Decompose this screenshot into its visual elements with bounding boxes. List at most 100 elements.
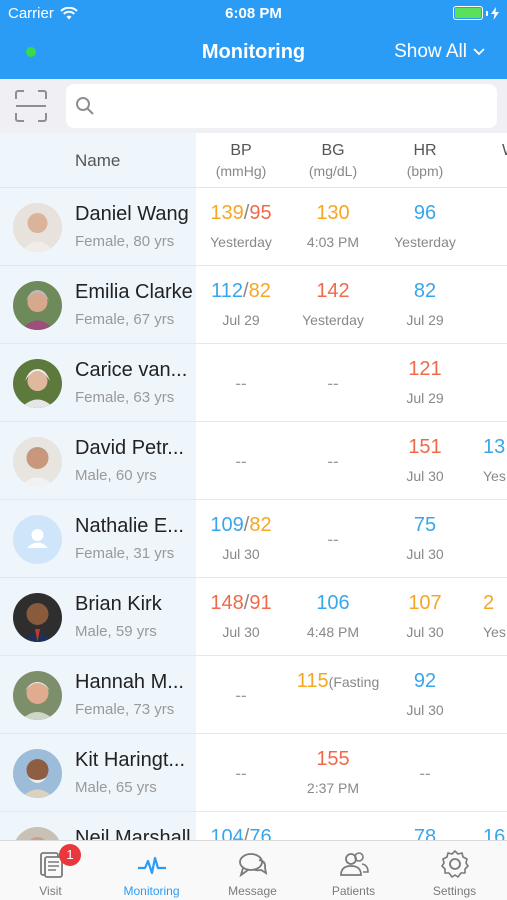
bg-fasting-note: (Fasting: [328, 674, 380, 690]
bp-empty: --: [235, 452, 247, 471]
visit-badge: 1: [59, 844, 81, 866]
bp-diastolic: 95: [249, 202, 272, 224]
table-row[interactable]: Daniel Wang Female, 80 yrs 139/95 Yester…: [0, 188, 507, 266]
hr-value: 92: [413, 670, 437, 692]
hr-cell: 78: [380, 826, 470, 840]
default-avatar-icon: [13, 515, 62, 564]
patient-info: Male, 60 yrs: [75, 467, 157, 484]
bg-column-header[interactable]: BG (mg/dL): [288, 142, 378, 179]
bg-date: 4:48 PM: [306, 624, 360, 640]
table-row[interactable]: David Petr... Male, 60 yrs -- -- 151 Jul…: [0, 422, 507, 500]
charging-icon: [491, 6, 499, 20]
patient-name: Carice van...: [75, 359, 188, 381]
hr-value: 121: [408, 358, 442, 380]
patient-name: Neil Marshall: [75, 827, 191, 840]
w-column-header[interactable]: W: [472, 142, 507, 160]
table-row[interactable]: Emilia Clarke Female, 67 yrs 112/82 Jul …: [0, 266, 507, 344]
hr-cell: 151 Jul 30: [380, 436, 470, 484]
table-row[interactable]: Carice van... Female, 63 yrs -- -- 121 J…: [0, 344, 507, 422]
bg-date: 2:37 PM: [306, 780, 360, 796]
bp-diastolic: 76: [249, 826, 272, 840]
w-cell: 2 Yes: [483, 592, 507, 640]
table-row[interactable]: Brian Kirk Male, 59 yrs 148/91 Jul 30 10…: [0, 578, 507, 656]
hr-cell: 96 Yesterday: [380, 202, 470, 250]
bp-systolic: 139: [210, 202, 244, 224]
tab-visit[interactable]: 1 Visit: [0, 841, 101, 900]
bp-cell: 104/76: [196, 826, 286, 840]
tab-bar: 1 Visit Monitoring Message Patients Sett…: [0, 840, 507, 900]
hr-column-header[interactable]: HR (bpm): [380, 142, 470, 179]
hr-date: Jul 29: [406, 390, 444, 406]
hr-value: 107: [408, 592, 442, 614]
avatar: [13, 359, 62, 408]
top-bar: Carrier 6:08 PM Monitoring Show All: [0, 0, 507, 79]
bg-date: 4:03 PM: [306, 234, 360, 250]
tab-message[interactable]: Message: [202, 841, 303, 900]
hr-date: Jul 29: [406, 312, 444, 328]
bp-date: Jul 29: [222, 312, 260, 328]
bg-cell: 142 Yesterday: [288, 280, 378, 328]
bg-value: 115: [296, 670, 329, 692]
tab-monitoring[interactable]: Monitoring: [101, 841, 202, 900]
search-bar: [0, 79, 507, 133]
hr-cell: 75 Jul 30: [380, 514, 470, 562]
bg-empty: --: [327, 530, 339, 549]
search-input[interactable]: [102, 84, 482, 128]
avatar: [13, 671, 62, 720]
table-row[interactable]: Nathalie E... Female, 31 yrs 109/82 Jul …: [0, 500, 507, 578]
screen: Carrier 6:08 PM Monitoring Show All Name…: [0, 0, 507, 900]
show-all-label: Show All: [394, 41, 467, 62]
w-value: 13: [483, 436, 506, 458]
bp-cell: --: [196, 436, 286, 472]
tab-patients-label: Patients: [331, 884, 376, 898]
bg-value: 130: [316, 202, 350, 224]
patient-name: Hannah M...: [75, 671, 184, 693]
avatar: [13, 515, 62, 564]
avatar: [13, 281, 62, 330]
bp-systolic: 148: [210, 592, 244, 614]
patient-info: Female, 80 yrs: [75, 233, 175, 250]
tab-monitoring-label: Monitoring: [123, 884, 180, 898]
bp-cell: --: [196, 358, 286, 394]
hr-cell: 121 Jul 29: [380, 358, 470, 406]
table-row[interactable]: Kit Haringt... Male, 65 yrs -- 155 2:37 …: [0, 734, 507, 812]
hr-header-unit: (bpm): [406, 163, 444, 179]
bp-diastolic: 82: [249, 514, 272, 536]
avatar: [13, 749, 62, 798]
w-cell: 16: [483, 826, 507, 840]
patient-info: Female, 67 yrs: [75, 311, 175, 328]
avatar: [13, 203, 62, 252]
bg-value: 142: [316, 280, 350, 302]
table-row[interactable]: Neil Marshall 104/76 78 16: [0, 812, 507, 840]
scan-icon[interactable]: [14, 89, 48, 123]
search-field[interactable]: [66, 84, 497, 128]
bp-header-unit: (mmHg): [215, 163, 267, 179]
hr-value: 78: [413, 826, 437, 840]
table-header: Name BP (mmHg) BG (mg/dL) HR (bpm) W: [0, 133, 507, 188]
hr-value: 82: [413, 280, 437, 302]
message-icon: [239, 853, 268, 878]
patient-name: David Petr...: [75, 437, 184, 459]
w-value: 16: [483, 826, 506, 840]
battery-icon: [453, 6, 499, 20]
table-row[interactable]: Hannah M... Female, 73 yrs -- 115(Fastin…: [0, 656, 507, 734]
w-header-label: W: [502, 142, 507, 160]
bp-column-header[interactable]: BP (mmHg): [196, 142, 286, 179]
tab-patients[interactable]: Patients: [303, 841, 404, 900]
bg-cell: 115(Fasting: [288, 670, 388, 693]
hr-date: Yesterday: [394, 234, 456, 250]
show-all-filter[interactable]: Show All: [394, 41, 485, 63]
tab-settings[interactable]: Settings: [404, 841, 505, 900]
bp-cell: --: [196, 748, 286, 784]
bg-value: 155: [316, 748, 350, 770]
patient-name: Kit Haringt...: [75, 749, 186, 771]
bp-diastolic: 91: [249, 592, 272, 614]
settings-icon: [441, 850, 469, 878]
hr-empty: --: [419, 764, 431, 783]
hr-value: 96: [413, 202, 437, 224]
tab-settings-label: Settings: [432, 884, 477, 898]
bg-header-label: BG: [321, 142, 345, 159]
hr-cell: 92 Jul 30: [380, 670, 470, 718]
patient-name: Nathalie E...: [75, 515, 184, 537]
bg-cell: 130 4:03 PM: [288, 202, 378, 250]
